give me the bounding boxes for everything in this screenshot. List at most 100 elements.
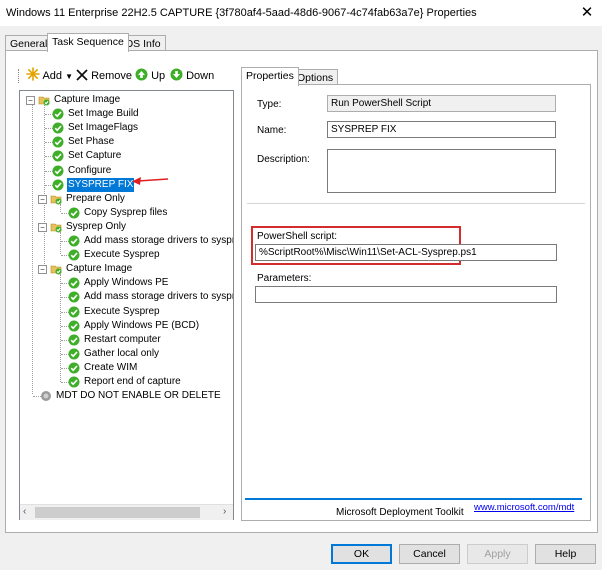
down-button[interactable]: Down: [170, 67, 214, 85]
tree-item[interactable]: Apply Windows PE: [20, 276, 233, 290]
green-check-icon: [68, 207, 80, 219]
folder-check-icon: [50, 265, 62, 275]
tree-item[interactable]: Apply Windows PE (BCD): [20, 319, 233, 333]
help-button[interactable]: Help: [535, 544, 596, 564]
tree-item-label: Apply Windows PE (BCD): [84, 319, 200, 331]
tree-group[interactable]: − Capture Image: [20, 93, 233, 107]
tree-item-label: MDT DO NOT ENABLE OR DELETE: [56, 390, 221, 402]
green-check-icon: [52, 136, 64, 148]
folder-check-icon: [50, 195, 62, 205]
tree-item-label: Gather local only: [84, 347, 160, 359]
collapse-icon[interactable]: −: [26, 96, 35, 105]
tree-item-label: Create WIM: [84, 361, 138, 373]
tree-item[interactable]: Add mass storage drivers to sysprep.ir: [20, 234, 233, 248]
annotation-arrow-icon: [132, 177, 169, 185]
folder-check-icon: [50, 223, 62, 233]
down-label: Down: [186, 70, 215, 82]
green-up-arrow-icon: [135, 68, 148, 81]
green-check-icon: [68, 376, 80, 388]
task-sequence-tree[interactable]: − Capture Image Set Image Build Set ImageFl…: [19, 90, 234, 520]
collapse-icon[interactable]: −: [38, 194, 47, 204]
tree-item-label: Restart computer: [84, 333, 161, 345]
ok-button[interactable]: OK: [331, 544, 392, 564]
tree-item[interactable]: Create WIM: [20, 361, 233, 375]
selected-tree-item-label: SYSPREP FIX: [67, 177, 135, 192]
tab-general[interactable]: General: [5, 35, 53, 51]
tree-item-label: Capture Image: [54, 94, 121, 105]
green-check-icon: [52, 150, 64, 162]
remove-button[interactable]: Remove: [76, 67, 132, 85]
tree-item-label: Execute Sysprep: [84, 305, 160, 317]
up-button[interactable]: Up: [135, 67, 165, 85]
tab-properties[interactable]: Properties: [241, 67, 299, 86]
up-label: Up: [151, 70, 166, 82]
tree-item-label: Configure: [68, 164, 112, 176]
tree-horizontal-scrollbar[interactable]: ‹ ›: [20, 504, 233, 520]
toolbar-grip: [18, 69, 22, 83]
name-label: Name:: [257, 125, 287, 136]
tree-item[interactable]: Report end of capture: [20, 375, 233, 389]
tree-item-label: Add mass storage drivers to sysprep.ir: [84, 235, 234, 246]
name-field[interactable]: SYSPREP FIX: [327, 121, 556, 138]
type-label: Type:: [257, 99, 282, 110]
remove-label: Remove: [91, 70, 133, 82]
tree-item-label: Copy Sysprep files: [84, 206, 168, 218]
tree-item[interactable]: Set ImageFlags: [20, 121, 233, 135]
tree-item[interactable]: MDT DO NOT ENABLE OR DELETE: [20, 389, 233, 403]
description-field[interactable]: [327, 149, 556, 193]
tree-item[interactable]: Set Image Build: [20, 107, 233, 121]
tree-item[interactable]: Execute Sysprep: [20, 248, 233, 262]
dropdown-arrow-icon: ▼: [65, 72, 74, 81]
tree-group[interactable]: − Capture Image: [20, 262, 233, 276]
tree-item[interactable]: Execute Sysprep: [20, 305, 233, 319]
parameters-field[interactable]: [255, 286, 557, 303]
parameters-label: Parameters:: [257, 273, 312, 284]
description-label: Description:: [257, 154, 310, 165]
apply-button[interactable]: Apply: [467, 544, 528, 564]
green-check-icon: [68, 249, 80, 261]
scroll-right-icon[interactable]: ›: [223, 506, 226, 517]
tree-item[interactable]: Set Capture: [20, 149, 233, 163]
add-button[interactable]: Add ▼: [26, 67, 73, 85]
tree-item-label: Prepare Only: [66, 192, 125, 204]
tree-item-label: Set Image Build: [68, 108, 139, 120]
tree-item-label: Set Phase: [68, 136, 115, 148]
window-title: Windows 11 Enterprise 22H2.5 CAPTURE {3f…: [6, 7, 477, 19]
tab-options[interactable]: Options: [292, 69, 339, 85]
cancel-button[interactable]: Cancel: [399, 544, 460, 564]
collapse-icon[interactable]: −: [38, 222, 47, 232]
green-down-arrow-icon: [170, 68, 183, 81]
tree-item[interactable]: Add mass storage drivers to sysprep.ir: [20, 290, 233, 304]
collapse-icon[interactable]: −: [38, 265, 47, 275]
powershell-script-field[interactable]: %ScriptRoot%\Misc\Win11\Set-ACL-Sysprep.…: [255, 244, 557, 261]
scroll-left-icon[interactable]: ‹: [23, 506, 26, 517]
add-label: Add: [42, 70, 63, 82]
green-check-icon: [52, 179, 64, 191]
tree-item[interactable]: Restart computer: [20, 333, 233, 347]
title-bar: Windows 11 Enterprise 22H2.5 CAPTURE {3f…: [0, 0, 602, 26]
tree-item-label: Set ImageFlags: [68, 122, 139, 134]
close-button[interactable]: ✕: [576, 3, 598, 23]
toolbar: Add ▼ Remove Up Down: [18, 67, 240, 85]
tab-task-sequence[interactable]: Task Sequence: [47, 33, 129, 52]
tree-group[interactable]: − Prepare Only: [20, 192, 233, 206]
tree-group[interactable]: − Sysprep Only: [20, 220, 233, 234]
tree-item-label: Sysprep Only: [66, 220, 127, 232]
tree-item-label: Capture Image: [66, 263, 133, 275]
green-check-icon: [68, 306, 80, 317]
mdt-link[interactable]: www.microsoft.com/mdt: [474, 502, 574, 513]
scrollbar-thumb[interactable]: [35, 507, 200, 518]
tree-item[interactable]: Copy Sysprep files: [20, 206, 233, 220]
green-check-icon: [68, 320, 80, 332]
tree-item-label: Set Capture: [68, 150, 122, 162]
tree-item-label: Add mass storage drivers to sysprep.ir: [84, 291, 234, 303]
powershell-script-label: PowerShell script:: [257, 231, 338, 242]
type-field: Run PowerShell Script: [327, 95, 556, 112]
tree-item[interactable]: Configure: [20, 164, 233, 178]
tree-item[interactable]: Set Phase: [20, 135, 233, 149]
tree-item[interactable]: SYSPREP FIX: [20, 177, 233, 192]
green-check-icon: [52, 122, 64, 134]
green-check-icon: [68, 277, 80, 289]
tree-item-label: Report end of capture: [84, 376, 181, 387]
tree-item[interactable]: Gather local only: [20, 347, 233, 361]
